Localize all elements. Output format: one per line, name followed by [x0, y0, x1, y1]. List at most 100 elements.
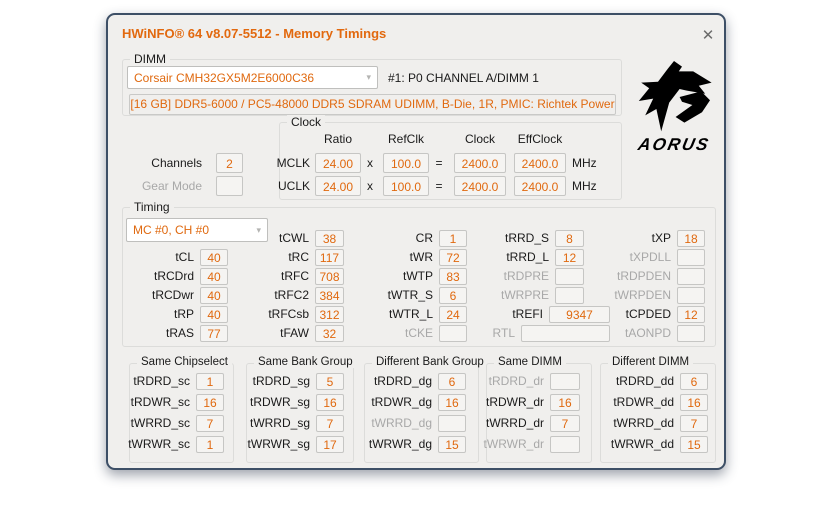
tRP-value: 40: [200, 306, 228, 323]
dimm-select-value: Corsair CMH32GX5M2E6000C36: [134, 71, 314, 85]
tRDRD_dr-value: [550, 373, 580, 390]
aorus-wordmark: AORUS: [626, 135, 722, 155]
tRDWR_sg-value: 16: [316, 394, 344, 411]
same-chipselect-label: Same Chipselect: [137, 356, 232, 368]
tRRD_S-value: 8: [555, 230, 584, 247]
uclk-equals-sign: =: [431, 179, 447, 193]
clock-header-refclk: RefClk: [383, 132, 429, 146]
tWRWR_sg-label: tWRWR_sg: [242, 436, 310, 453]
tRAS-label: tRAS: [118, 325, 194, 342]
tWRRD_sc-value: 7: [196, 415, 224, 432]
tCL-value: 40: [200, 249, 228, 266]
tWRRD_dd-label: tWRRD_dd: [604, 415, 674, 432]
timing-channel-select-value: MC #0, CH #0: [133, 223, 209, 237]
clock-header-effclock: EffClock: [514, 132, 566, 146]
close-icon[interactable]: ✕: [696, 23, 720, 47]
tWRRD_dr-label: tWRRD_dr: [480, 415, 544, 432]
tRCDrd-value: 40: [200, 268, 228, 285]
tWRPDEN-label: tWRPDEN: [585, 287, 671, 304]
tRCDrd-label: tRCDrd: [118, 268, 194, 285]
tCWL-label: tCWL: [228, 230, 309, 247]
channels-value: 2: [216, 153, 243, 173]
timing-group-label: Timing: [130, 200, 174, 214]
tWRWR_sc-label: tWRWR_sc: [126, 436, 190, 453]
tWRPRE-label: tWRPRE: [463, 287, 549, 304]
mclk-effclock: 2400.0: [514, 153, 566, 173]
tAONPD-value: [677, 325, 705, 342]
tWRWR_sc-value: 1: [196, 436, 224, 453]
tCKE-label: tCKE: [348, 325, 433, 342]
channels-label: Channels: [128, 155, 202, 172]
tRDRD_sg-value: 5: [316, 373, 344, 390]
tCL-label: tCL: [118, 249, 194, 266]
tCPDED-value: 12: [677, 306, 705, 323]
tRDRD_sg-label: tRDRD_sg: [242, 373, 310, 390]
same-dimm-label: Same DIMM: [494, 356, 566, 368]
tRAS-value: 77: [200, 325, 228, 342]
tRDPDEN-label: tRDPDEN: [585, 268, 671, 285]
tWRRD_dg-label: tWRRD_dg: [358, 415, 432, 432]
clock-group-label: Clock: [287, 115, 325, 129]
tRFCsb-label: tRFCsb: [228, 306, 309, 323]
hwinfo-memory-timings-window: HWiNFO® 64 v8.07-5512 - Memory Timings ✕…: [106, 13, 726, 470]
dimm-select[interactable]: Corsair CMH32GX5M2E6000C36 ▾: [127, 66, 378, 89]
tRDRD_dg-label: tRDRD_dg: [358, 373, 432, 390]
RTL-label: RTL: [429, 325, 515, 342]
mclk-equals-sign: =: [431, 156, 447, 170]
tRDRD_dr-label: tRDRD_dr: [480, 373, 544, 390]
aorus-eagle-logo-icon: [632, 61, 716, 133]
tRDRD_dd-label: tRDRD_dd: [604, 373, 674, 390]
CR-label: CR: [348, 230, 433, 247]
uclk-label: UCLK: [266, 178, 310, 195]
tRFC2-value: 384: [315, 287, 344, 304]
tWTR_S-label: tWTR_S: [348, 287, 433, 304]
tRDWR_sc-value: 16: [196, 394, 224, 411]
dimm-group-label: DIMM: [130, 52, 170, 66]
tRDWR_dg-value: 16: [438, 394, 466, 411]
different-bank-group-label: Different Bank Group: [372, 356, 488, 368]
tRDWR_sc-label: tRDWR_sc: [126, 394, 190, 411]
tREFI-label: tREFI: [457, 306, 543, 323]
tWRPRE-value: [555, 287, 584, 304]
tRDWR_dd-value: 16: [680, 394, 708, 411]
mclk-times-sign: x: [362, 156, 378, 170]
tRDRD_sc-label: tRDRD_sc: [126, 373, 190, 390]
tWRWR_dg-label: tWRWR_dg: [358, 436, 432, 453]
tXP-label: tXP: [585, 230, 671, 247]
tFAW-value: 32: [315, 325, 344, 342]
mclk-refclk: 100.0: [383, 153, 429, 173]
tRDPDEN-value: [677, 268, 705, 285]
different-dimm-label: Different DIMM: [608, 356, 693, 368]
tXPDLL-label: tXPDLL: [585, 249, 671, 266]
tRDWR_dd-label: tRDWR_dd: [604, 394, 674, 411]
uclk-clock: 2400.0: [454, 176, 506, 196]
uclk-ratio: 24.00: [315, 176, 361, 196]
mclk-label: MCLK: [266, 155, 310, 172]
tWTR_L-label: tWTR_L: [348, 306, 433, 323]
uclk-times-sign: x: [362, 179, 378, 193]
tRDWR_dg-label: tRDWR_dg: [358, 394, 432, 411]
screenshot-canvas: HWiNFO® 64 v8.07-5512 - Memory Timings ✕…: [0, 0, 840, 511]
tWRRD_sg-label: tWRRD_sg: [242, 415, 310, 432]
tWRRD_sg-value: 7: [316, 415, 344, 432]
tWRRD_dg-value: [438, 415, 466, 432]
tRDRD_dd-value: 6: [680, 373, 708, 390]
tRDPRE-value: [555, 268, 584, 285]
mclk-ratio: 24.00: [315, 153, 361, 173]
tWRWR_sg-value: 17: [316, 436, 344, 453]
clock-header-clock: Clock: [454, 132, 506, 146]
window-title: HWiNFO® 64 v8.07-5512 - Memory Timings: [122, 26, 386, 41]
tWRWR_dd-value: 15: [680, 436, 708, 453]
chevron-down-icon: ▾: [366, 72, 371, 83]
mclk-unit: MHz: [572, 156, 597, 170]
dimm-info-box: [16 GB] DDR5-6000 / PC5-48000 DDR5 SDRAM…: [129, 94, 616, 115]
tWTP-label: tWTP: [348, 268, 433, 285]
tRFC-value: 708: [315, 268, 344, 285]
tRDPRE-label: tRDPRE: [463, 268, 549, 285]
tRDWR_sg-label: tRDWR_sg: [242, 394, 310, 411]
tFAW-label: tFAW: [228, 325, 309, 342]
same-bank-group-label: Same Bank Group: [254, 356, 357, 368]
tRFC-label: tRFC: [228, 268, 309, 285]
tRP-label: tRP: [118, 306, 194, 323]
uclk-refclk: 100.0: [383, 176, 429, 196]
